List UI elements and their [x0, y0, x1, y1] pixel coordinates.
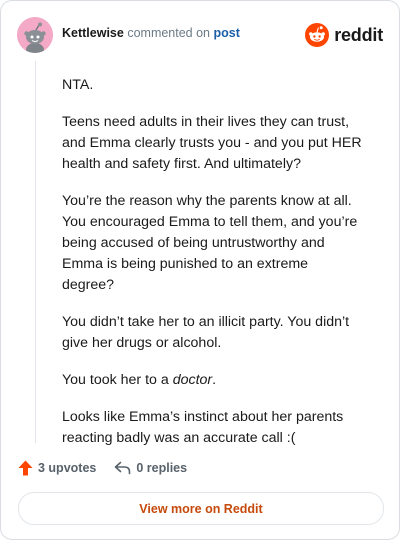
post-link[interactable]: post: [214, 26, 240, 40]
reply-count: 0 replies: [136, 461, 188, 475]
comment-paragraph: Looks like Emma’s instinct about her par…: [62, 409, 344, 446]
snoo-avatar-icon: [17, 17, 53, 53]
upvote-button[interactable]: 3 upvotes: [18, 460, 96, 476]
emphasis-text: doctor: [172, 372, 213, 388]
comment-header: Kettlewise commented on post reddit: [17, 17, 383, 53]
reply-arrow-icon: [115, 461, 131, 475]
upvote-count: 3 upvotes: [38, 461, 97, 475]
brand-wordmark: reddit: [334, 24, 383, 45]
comment-meta: Kettlewise commented on post: [62, 26, 240, 40]
view-more-button[interactable]: View more on Reddit: [18, 492, 384, 525]
paragraph-text: You took her to a: [62, 372, 173, 388]
comment-body: NTA. Teens need adults in their lives th…: [62, 75, 362, 465]
comment-footer: 3 upvotes 0 replies: [18, 457, 205, 479]
paragraph-text: .: [212, 372, 217, 388]
embedded-comment-card: Kettlewise commented on post reddit NTA.…: [0, 0, 400, 540]
comment-paragraph: Teens need adults in their lives they ca…: [62, 114, 362, 172]
thread-line: [35, 61, 36, 443]
upvote-arrow-icon: [18, 460, 33, 476]
user-avatar[interactable]: [17, 17, 53, 53]
reply-button[interactable]: 0 replies: [114, 461, 187, 475]
reddit-logo-icon: [305, 23, 330, 47]
username-link[interactable]: Kettlewise: [62, 26, 124, 40]
reddit-brand[interactable]: reddit: [305, 20, 383, 50]
comment-paragraph: NTA.: [62, 77, 94, 93]
comment-paragraph: You didn’t take her to an illicit party.…: [62, 314, 350, 351]
commented-on-text: commented on: [127, 26, 211, 40]
comment-paragraph: You’re the reason why the parents know a…: [62, 193, 358, 293]
comment-paragraph: You took her to a doctor.: [62, 370, 362, 391]
